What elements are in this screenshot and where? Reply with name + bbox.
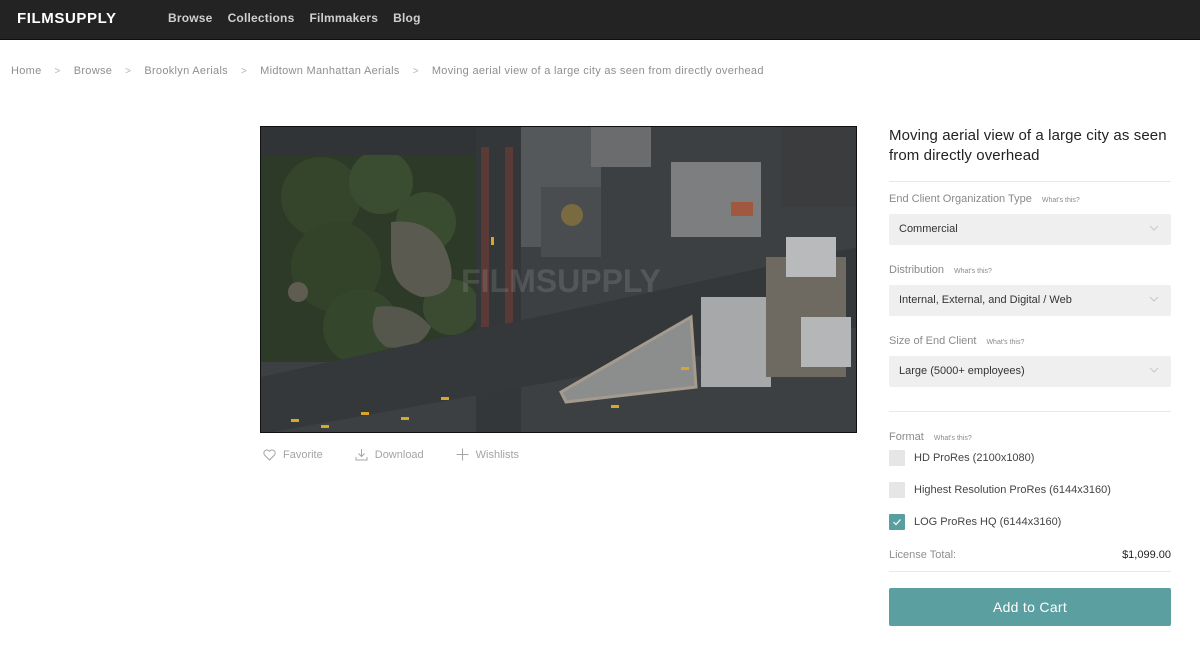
field-label-format: Format What's this? [889, 431, 1171, 443]
chevron-down-icon [1149, 367, 1159, 373]
breadcrumb-midtown-manhattan-aerials[interactable]: Midtown Manhattan Aerials [260, 65, 400, 77]
divider [889, 411, 1171, 412]
filmsupply-logo[interactable]: FILMSUPPLY [17, 10, 117, 27]
aerial-city-footage: FILMSUPPLY [261, 127, 856, 432]
breadcrumb-brooklyn-aerials[interactable]: Brooklyn Aerials [144, 65, 228, 77]
org-type-value: Commercial [899, 223, 958, 235]
chevron-down-icon [1149, 225, 1159, 231]
format-option-label: HD ProRes (2100x1080) [914, 452, 1035, 464]
top-navigation: FILMSUPPLY Browse Collections Filmmakers… [0, 0, 1200, 40]
whats-this-link[interactable]: What's this? [1042, 197, 1080, 204]
distribution-label: Distribution [889, 264, 945, 276]
license-total-value: $1,099.00 [1122, 549, 1171, 561]
nav-browse[interactable]: Browse [168, 11, 213, 25]
format-option-highest-res-prores[interactable]: Highest Resolution ProRes (6144x3160) [889, 482, 1171, 498]
license-panel: Moving aerial view of a large city as se… [889, 126, 1171, 626]
breadcrumb-browse[interactable]: Browse [74, 65, 112, 77]
wishlists-button[interactable]: Wishlists [456, 448, 519, 461]
field-label-org-type: End Client Organization Type What's this… [889, 193, 1171, 205]
breadcrumb-separator: > [125, 65, 132, 77]
wishlists-label: Wishlists [475, 448, 520, 461]
breadcrumb-separator: > [240, 65, 248, 77]
checkbox[interactable] [889, 450, 905, 466]
breadcrumb-separator: > [54, 65, 61, 77]
whats-this-link[interactable]: What's this? [986, 339, 1024, 346]
nav-filmmakers[interactable]: Filmmakers [309, 11, 378, 25]
clip-title: Moving aerial view of a large city as se… [889, 127, 1167, 164]
org-type-label: End Client Organization Type [889, 193, 1032, 205]
license-total-label: License Total: [889, 549, 957, 561]
field-label-distribution: Distribution What's this? [889, 264, 1171, 276]
whats-this-link[interactable]: What's this? [954, 268, 992, 275]
checkbox-checked[interactable] [889, 514, 905, 530]
video-actions: Favorite Download Wishlists [263, 448, 519, 461]
client-size-select[interactable]: Large (5000+ employees) [889, 356, 1171, 387]
breadcrumb-separator: > [412, 65, 419, 77]
download-button[interactable]: Download [355, 448, 424, 461]
format-option-label: Highest Resolution ProRes (6144x3160) [914, 484, 1111, 496]
add-to-cart-button[interactable]: Add to Cart [889, 588, 1171, 626]
divider [889, 571, 1171, 572]
download-icon [355, 449, 368, 461]
nav-collections[interactable]: Collections [228, 11, 295, 25]
plus-icon [456, 448, 469, 461]
client-size-value: Large (5000+ employees) [899, 365, 1025, 377]
breadcrumb-current: Moving aerial view of a large city as se… [431, 65, 764, 77]
checkbox[interactable] [889, 482, 905, 498]
video-watermark: FILMSUPPLY [461, 263, 661, 299]
favorite-label: Favorite [283, 448, 323, 461]
format-label: Format [889, 431, 924, 443]
client-size-label: Size of End Client [889, 335, 977, 347]
download-label: Download [374, 448, 424, 461]
whats-this-link[interactable]: What's this? [934, 435, 972, 442]
nav-blog[interactable]: Blog [393, 11, 420, 25]
field-label-client-size: Size of End Client What's this? [889, 335, 1171, 347]
org-type-select[interactable]: Commercial [889, 214, 1171, 245]
distribution-value: Internal, External, and Digital / Web [899, 294, 1072, 306]
main-nav: Browse Collections Filmmakers Blog [168, 11, 421, 25]
breadcrumb: Home > Browse > Brooklyn Aerials > Midto… [11, 65, 764, 77]
divider [889, 181, 1171, 182]
breadcrumb-home[interactable]: Home [11, 65, 42, 77]
format-option-hd-prores[interactable]: HD ProRes (2100x1080) [889, 450, 1171, 466]
video-player[interactable]: FILMSUPPLY [260, 126, 857, 433]
license-total: License Total: $1,099.00 [889, 549, 1171, 561]
heart-icon [263, 448, 276, 461]
checkmark-icon [893, 519, 901, 526]
format-option-label: LOG ProRes HQ (6144x3160) [914, 516, 1062, 528]
favorite-button[interactable]: Favorite [263, 448, 323, 461]
format-option-log-prores-hq[interactable]: LOG ProRes HQ (6144x3160) [889, 514, 1171, 530]
distribution-select[interactable]: Internal, External, and Digital / Web [889, 285, 1171, 316]
chevron-down-icon [1149, 296, 1159, 302]
